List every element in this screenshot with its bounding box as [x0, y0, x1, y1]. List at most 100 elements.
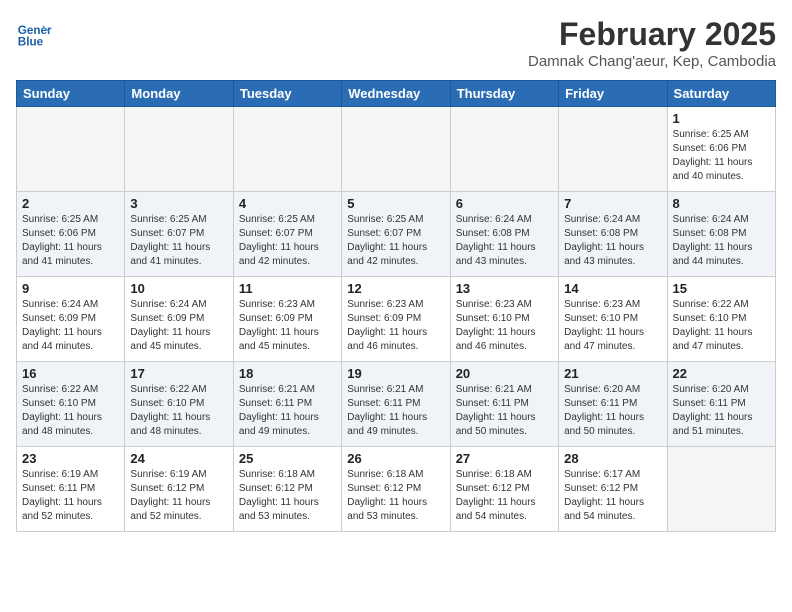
- calendar-day-cell: 5Sunrise: 6:25 AMSunset: 6:07 PMDaylight…: [342, 192, 450, 277]
- calendar-day-cell: 16 Sunrise: 6:22 AMSunset: 6:10 PMDayligh…: [17, 362, 125, 447]
- day-info: Sunrise: 6:24 AMSunset: 6:08 PMDaylight:…: [673, 213, 770, 269]
- day-number: 21: [564, 366, 661, 381]
- day-info: Sunrise: 6:20 AMSunset: 6:11 PMDaylight:…: [564, 383, 661, 439]
- day-number: 19: [347, 366, 444, 381]
- calendar-day-cell: 24 Sunrise: 6:19 AMSunset: 6:12 PMDayligh…: [125, 447, 233, 532]
- weekday-header-friday: Friday: [559, 81, 667, 107]
- day-number: 8: [673, 196, 770, 211]
- day-info: Sunrise: 6:22 AMSunset: 6:10 PMDaylight:…: [22, 383, 119, 439]
- calendar-day-cell: [450, 107, 558, 192]
- calendar-day-cell: 27 Sunrise: 6:18 AMSunset: 6:12 PMDayligh…: [450, 447, 558, 532]
- calendar-day-cell: [125, 107, 233, 192]
- day-info: Sunrise: 6:24 AMSunset: 6:08 PMDaylight:…: [564, 213, 661, 269]
- day-number: 13: [456, 281, 553, 296]
- calendar-day-cell: [559, 107, 667, 192]
- calendar-day-cell: 25 Sunrise: 6:18 AMSunset: 6:12 PMDayligh…: [233, 447, 341, 532]
- calendar-day-cell: 10 Sunrise: 6:24 AMSunset: 6:09 PMDayligh…: [125, 277, 233, 362]
- logo: General Blue: [16, 16, 52, 52]
- day-info: Sunrise: 6:25 AMSunset: 6:06 PMDaylight:…: [673, 128, 770, 184]
- calendar-day-cell: 17 Sunrise: 6:22 AMSunset: 6:10 PMDayligh…: [125, 362, 233, 447]
- calendar-table: SundayMondayTuesdayWednesdayThursdayFrid…: [16, 80, 776, 532]
- day-info: Sunrise: 6:23 AMSunset: 6:10 PMDaylight:…: [456, 298, 553, 354]
- location-title: Damnak Chang'aeur, Kep, Cambodia: [528, 53, 776, 70]
- calendar-week-row: 9 Sunrise: 6:24 AMSunset: 6:09 PMDaylight…: [17, 277, 776, 362]
- calendar-day-cell: 3Sunrise: 6:25 AMSunset: 6:07 PMDaylight…: [125, 192, 233, 277]
- calendar-day-cell: 26Sunrise: 6:18 AMSunset: 6:12 PMDayligh…: [342, 447, 450, 532]
- day-info: Sunrise: 6:24 AMSunset: 6:09 PMDaylight:…: [130, 298, 227, 354]
- calendar-day-cell: 28Sunrise: 6:17 AMSunset: 6:12 PMDayligh…: [559, 447, 667, 532]
- calendar-header-row: SundayMondayTuesdayWednesdayThursdayFrid…: [17, 81, 776, 107]
- day-info: Sunrise: 6:19 AMSunset: 6:12 PMDaylight:…: [130, 468, 227, 524]
- day-number: 28: [564, 451, 661, 466]
- page-header: General Blue February 2025 Damnak Chang'…: [16, 16, 776, 70]
- logo-icon: General Blue: [16, 16, 52, 52]
- day-info: Sunrise: 6:23 AMSunset: 6:10 PMDaylight:…: [564, 298, 661, 354]
- calendar-day-cell: 7 Sunrise: 6:24 AMSunset: 6:08 PMDaylight…: [559, 192, 667, 277]
- day-info: Sunrise: 6:18 AMSunset: 6:12 PMDaylight:…: [456, 468, 553, 524]
- calendar-day-cell: 21 Sunrise: 6:20 AMSunset: 6:11 PMDayligh…: [559, 362, 667, 447]
- calendar-day-cell: 14 Sunrise: 6:23 AMSunset: 6:10 PMDayligh…: [559, 277, 667, 362]
- day-number: 27: [456, 451, 553, 466]
- day-number: 17: [130, 366, 227, 381]
- day-number: 4: [239, 196, 336, 211]
- calendar-day-cell: 2 Sunrise: 6:25 AMSunset: 6:06 PMDaylight…: [17, 192, 125, 277]
- day-info: Sunrise: 6:24 AMSunset: 6:08 PMDaylight:…: [456, 213, 553, 269]
- day-number: 16: [22, 366, 119, 381]
- calendar-week-row: 1 Sunrise: 6:25 AMSunset: 6:06 PMDaylight…: [17, 107, 776, 192]
- day-number: 5: [347, 196, 444, 211]
- day-info: Sunrise: 6:21 AMSunset: 6:11 PMDaylight:…: [347, 383, 444, 439]
- day-number: 24: [130, 451, 227, 466]
- day-number: 20: [456, 366, 553, 381]
- calendar-day-cell: 23Sunrise: 6:19 AMSunset: 6:11 PMDayligh…: [17, 447, 125, 532]
- calendar-day-cell: 12 Sunrise: 6:23 AMSunset: 6:09 PMDayligh…: [342, 277, 450, 362]
- month-title: February 2025: [528, 16, 776, 53]
- day-number: 22: [673, 366, 770, 381]
- weekday-header-monday: Monday: [125, 81, 233, 107]
- day-number: 1: [673, 111, 770, 126]
- day-info: Sunrise: 6:25 AMSunset: 6:06 PMDaylight:…: [22, 213, 119, 269]
- day-info: Sunrise: 6:21 AMSunset: 6:11 PMDaylight:…: [456, 383, 553, 439]
- day-info: Sunrise: 6:22 AMSunset: 6:10 PMDaylight:…: [130, 383, 227, 439]
- weekday-header-tuesday: Tuesday: [233, 81, 341, 107]
- calendar-day-cell: [17, 107, 125, 192]
- day-number: 26: [347, 451, 444, 466]
- calendar-day-cell: 4 Sunrise: 6:25 AMSunset: 6:07 PMDaylight…: [233, 192, 341, 277]
- day-number: 10: [130, 281, 227, 296]
- calendar-day-cell: [233, 107, 341, 192]
- day-number: 14: [564, 281, 661, 296]
- day-number: 6: [456, 196, 553, 211]
- day-info: Sunrise: 6:18 AMSunset: 6:12 PMDaylight:…: [239, 468, 336, 524]
- svg-text:Blue: Blue: [18, 36, 44, 49]
- calendar-day-cell: 1 Sunrise: 6:25 AMSunset: 6:06 PMDaylight…: [667, 107, 775, 192]
- calendar-day-cell: 6 Sunrise: 6:24 AMSunset: 6:08 PMDaylight…: [450, 192, 558, 277]
- calendar-day-cell: 13 Sunrise: 6:23 AMSunset: 6:10 PMDayligh…: [450, 277, 558, 362]
- calendar-day-cell: 15Sunrise: 6:22 AMSunset: 6:10 PMDayligh…: [667, 277, 775, 362]
- calendar-day-cell: 8 Sunrise: 6:24 AMSunset: 6:08 PMDaylight…: [667, 192, 775, 277]
- day-number: 7: [564, 196, 661, 211]
- day-info: Sunrise: 6:25 AMSunset: 6:07 PMDaylight:…: [130, 213, 227, 269]
- day-info: Sunrise: 6:23 AMSunset: 6:09 PMDaylight:…: [347, 298, 444, 354]
- day-number: 18: [239, 366, 336, 381]
- calendar-week-row: 23Sunrise: 6:19 AMSunset: 6:11 PMDayligh…: [17, 447, 776, 532]
- calendar-day-cell: [667, 447, 775, 532]
- day-info: Sunrise: 6:21 AMSunset: 6:11 PMDaylight:…: [239, 383, 336, 439]
- day-number: 11: [239, 281, 336, 296]
- day-info: Sunrise: 6:22 AMSunset: 6:10 PMDaylight:…: [673, 298, 770, 354]
- day-info: Sunrise: 6:25 AMSunset: 6:07 PMDaylight:…: [239, 213, 336, 269]
- title-block: February 2025 Damnak Chang'aeur, Kep, Ca…: [528, 16, 776, 70]
- calendar-day-cell: 19 Sunrise: 6:21 AMSunset: 6:11 PMDayligh…: [342, 362, 450, 447]
- calendar-day-cell: 20 Sunrise: 6:21 AMSunset: 6:11 PMDayligh…: [450, 362, 558, 447]
- day-info: Sunrise: 6:23 AMSunset: 6:09 PMDaylight:…: [239, 298, 336, 354]
- weekday-header-saturday: Saturday: [667, 81, 775, 107]
- day-info: Sunrise: 6:19 AMSunset: 6:11 PMDaylight:…: [22, 468, 119, 524]
- calendar-week-row: 16 Sunrise: 6:22 AMSunset: 6:10 PMDayligh…: [17, 362, 776, 447]
- weekday-header-sunday: Sunday: [17, 81, 125, 107]
- day-number: 2: [22, 196, 119, 211]
- day-number: 12: [347, 281, 444, 296]
- calendar-day-cell: 22 Sunrise: 6:20 AMSunset: 6:11 PMDayligh…: [667, 362, 775, 447]
- calendar-week-row: 2 Sunrise: 6:25 AMSunset: 6:06 PMDaylight…: [17, 192, 776, 277]
- day-info: Sunrise: 6:20 AMSunset: 6:11 PMDaylight:…: [673, 383, 770, 439]
- day-number: 25: [239, 451, 336, 466]
- day-number: 9: [22, 281, 119, 296]
- calendar-day-cell: [342, 107, 450, 192]
